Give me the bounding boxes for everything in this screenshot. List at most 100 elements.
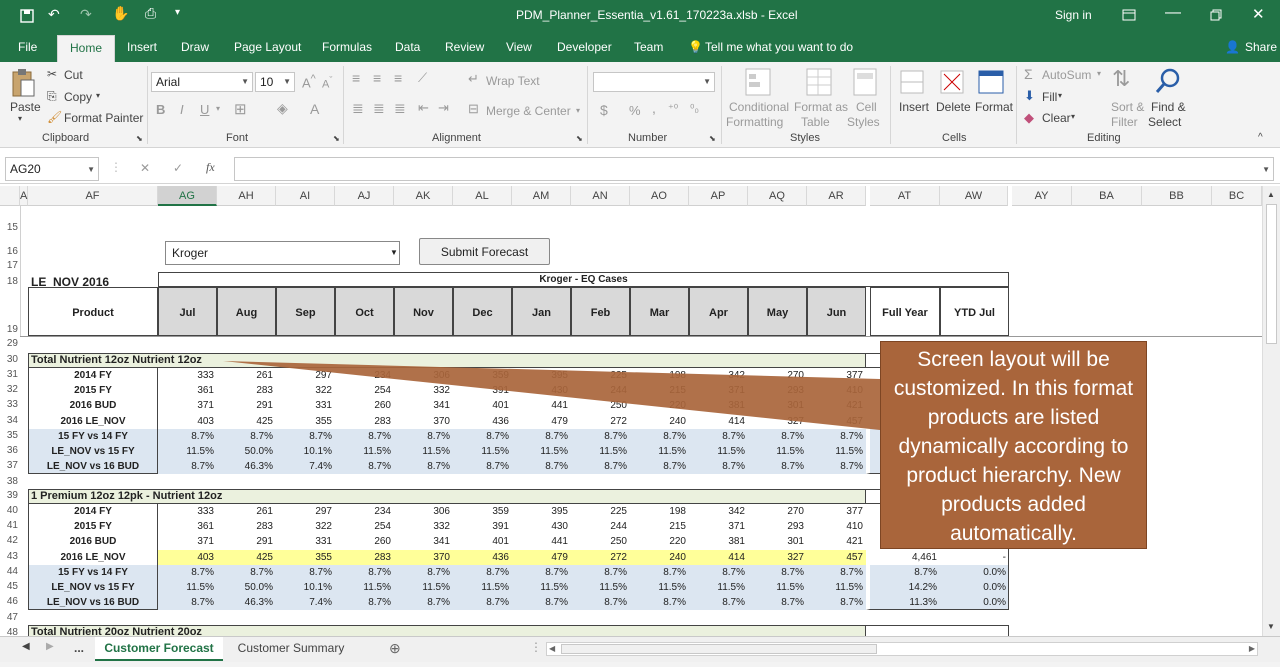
sort-filter-button[interactable]: Sort &: [1111, 100, 1144, 114]
value-cell[interactable]: 421: [807, 400, 866, 411]
restore-icon[interactable]: [1210, 9, 1222, 21]
font-color-icon[interactable]: A: [310, 101, 319, 117]
value-cell[interactable]: 8.7%: [158, 567, 217, 578]
value-cell[interactable]: 8.7%: [512, 431, 571, 442]
value-cell[interactable]: 8.7%: [276, 431, 335, 442]
row-number[interactable]: 40: [0, 505, 20, 516]
value-cell[interactable]: 8.7%: [571, 567, 630, 578]
alignment-launcher-icon[interactable]: ⬊: [576, 134, 583, 143]
row-number[interactable]: 47: [0, 612, 20, 623]
value-cell[interactable]: 11.5%: [158, 446, 217, 457]
value-cell[interactable]: 8.7%: [217, 431, 276, 442]
value-cell[interactable]: 11.5%: [807, 446, 866, 457]
scroll-up-icon[interactable]: ▲: [1267, 190, 1275, 199]
font-name-select[interactable]: Arial ▼: [151, 72, 253, 92]
share-button[interactable]: Share: [1245, 40, 1277, 54]
tab-page-layout[interactable]: Page Layout: [234, 40, 301, 54]
merge-dropdown-icon[interactable]: ▾: [576, 106, 580, 115]
value-cell[interactable]: 283: [217, 385, 276, 396]
value-cell[interactable]: 225: [571, 506, 630, 517]
scroll-left-icon[interactable]: ◀: [549, 644, 555, 653]
value-cell[interactable]: 11.5%: [630, 446, 689, 457]
value-cell[interactable]: 322: [276, 521, 335, 532]
cut-button[interactable]: Cut: [64, 68, 83, 82]
collapse-ribbon-icon[interactable]: ^: [1258, 132, 1263, 143]
value-cell[interactable]: 425: [217, 552, 276, 563]
value-cell[interactable]: 293: [748, 521, 807, 532]
value-cell[interactable]: 250: [571, 400, 630, 411]
value-cell[interactable]: 198: [630, 506, 689, 517]
borders-icon[interactable]: ⊞: [234, 100, 247, 118]
column-header-ay[interactable]: AY: [1012, 186, 1072, 206]
horizontal-scrollbar[interactable]: ◀ ▶: [546, 642, 1258, 656]
value-cell[interactable]: 8.7%: [807, 431, 866, 442]
value-cell[interactable]: 11.5%: [453, 582, 512, 593]
value-cell[interactable]: 410: [807, 521, 866, 532]
align-middle-icon[interactable]: ≡: [373, 70, 381, 86]
prev-sheet-icon[interactable]: ◀: [22, 641, 30, 652]
value-cell[interactable]: 8.7%: [689, 461, 748, 472]
value-cell[interactable]: 291: [217, 536, 276, 547]
autosum-button[interactable]: AutoSum: [1042, 68, 1091, 82]
value-cell[interactable]: 11.5%: [748, 446, 807, 457]
row-number[interactable]: 19: [0, 324, 20, 335]
value-cell[interactable]: 332: [394, 385, 453, 396]
column-header-a[interactable]: A: [20, 186, 28, 206]
decrease-decimal-icon[interactable]: ⁰₀: [690, 102, 699, 115]
value-cell[interactable]: 272: [571, 552, 630, 563]
column-header-am[interactable]: AM: [512, 186, 571, 206]
value-cell[interactable]: 270: [748, 506, 807, 517]
value-cell[interactable]: 11.5%: [571, 582, 630, 593]
wrap-text-button[interactable]: Wrap Text: [486, 74, 540, 88]
tab-review[interactable]: Review: [445, 40, 484, 54]
value-cell[interactable]: 225: [571, 370, 630, 381]
value-cell[interactable]: 8.7%: [630, 461, 689, 472]
value-cell[interactable]: 479: [512, 416, 571, 427]
value-cell[interactable]: 50.0%: [217, 446, 276, 457]
value-cell[interactable]: 11.5%: [689, 446, 748, 457]
value-cell[interactable]: 46.3%: [217, 597, 276, 608]
value-cell[interactable]: 430: [512, 521, 571, 532]
column-header-al[interactable]: AL: [453, 186, 512, 206]
value-cell[interactable]: 457: [807, 416, 866, 427]
column-header-ao[interactable]: AO: [630, 186, 689, 206]
paste-button[interactable]: Paste: [10, 100, 41, 114]
value-cell[interactable]: 291: [217, 400, 276, 411]
value-cell[interactable]: 361: [158, 521, 217, 532]
value-cell[interactable]: 333: [158, 370, 217, 381]
value-cell[interactable]: 8.7%: [335, 461, 394, 472]
value-cell[interactable]: 342: [689, 506, 748, 517]
share-icon[interactable]: 👤: [1225, 40, 1240, 54]
value-cell[interactable]: 8.7%: [394, 597, 453, 608]
print-preview-icon[interactable]: ⎙: [145, 5, 156, 22]
column-header-aw[interactable]: AW: [940, 186, 1008, 206]
tab-data[interactable]: Data: [395, 40, 420, 54]
align-right-icon[interactable]: ≣: [394, 100, 406, 117]
eraser-icon[interactable]: ◆: [1024, 110, 1034, 126]
cut-icon[interactable]: ✂: [47, 67, 57, 81]
value-cell[interactable]: 8.7%: [394, 431, 453, 442]
align-bottom-icon[interactable]: ≡: [394, 70, 402, 86]
autosum-dropdown-icon[interactable]: ▾: [1097, 69, 1101, 78]
cancel-icon[interactable]: ✕: [140, 161, 150, 175]
column-header-ar[interactable]: AR: [807, 186, 866, 206]
paste-icon[interactable]: [10, 68, 36, 98]
column-header-bc[interactable]: BC: [1212, 186, 1262, 206]
value-cell[interactable]: 11.5%: [512, 446, 571, 457]
tab-view[interactable]: View: [506, 40, 532, 54]
currency-icon[interactable]: $: [600, 102, 608, 118]
comma-icon[interactable]: ,: [652, 100, 656, 116]
sheet-tab-customer-forecast[interactable]: Customer Forecast: [95, 637, 223, 661]
value-cell[interactable]: 322: [276, 385, 335, 396]
sign-in-link[interactable]: Sign in: [1055, 8, 1092, 22]
value-cell[interactable]: 381: [689, 400, 748, 411]
add-sheet-icon[interactable]: ⊕: [389, 640, 401, 657]
format-cells-icon[interactable]: [978, 68, 1006, 96]
value-cell[interactable]: 260: [335, 536, 394, 547]
value-cell[interactable]: 377: [807, 370, 866, 381]
value-cell[interactable]: 327: [748, 416, 807, 427]
value-cell[interactable]: 11.5%: [748, 582, 807, 593]
value-cell[interactable]: 381: [689, 536, 748, 547]
number-launcher-icon[interactable]: ⬊: [709, 134, 716, 143]
bold-icon[interactable]: B: [156, 102, 165, 117]
